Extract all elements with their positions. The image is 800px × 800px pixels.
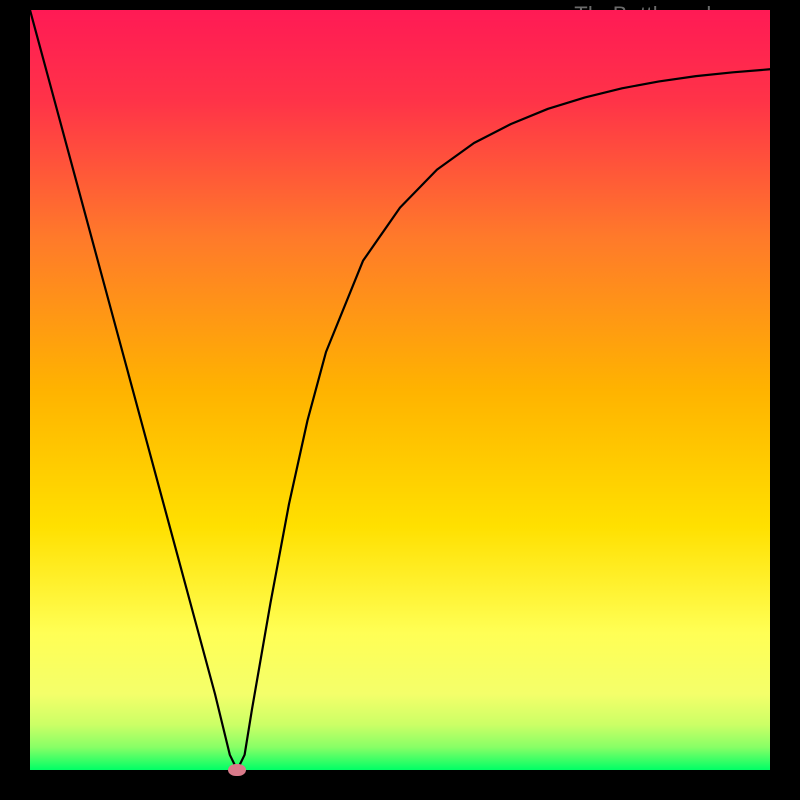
chart-frame [30, 10, 770, 770]
bottleneck-curve [30, 10, 770, 770]
minimum-marker [228, 764, 246, 776]
